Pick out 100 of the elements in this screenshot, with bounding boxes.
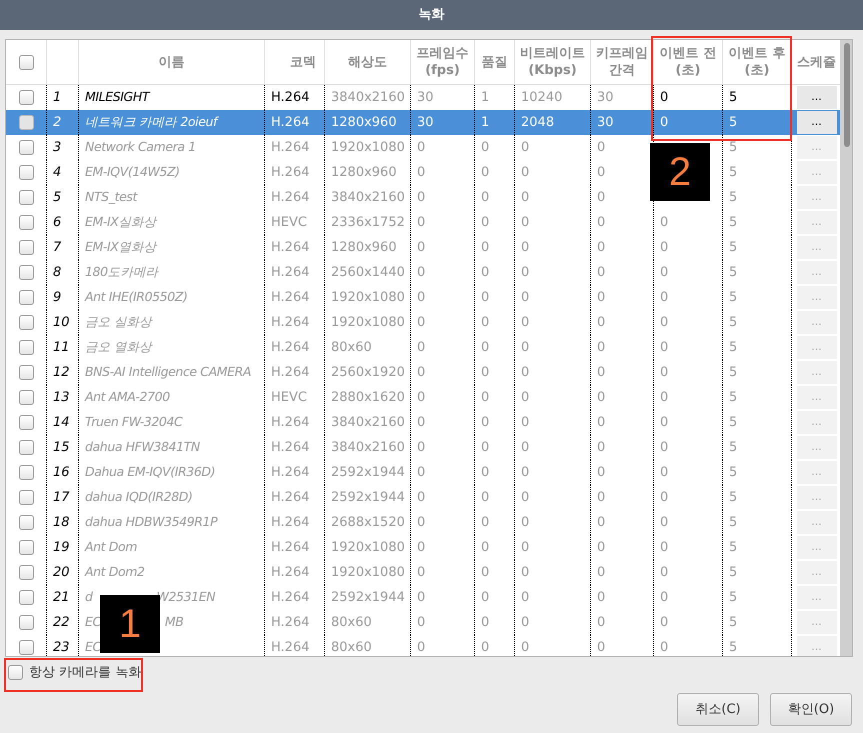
table-cell-text: 0 [417, 488, 426, 507]
table-row[interactable]: 10 금오 실화상 H.264 1920x1080 0 0 0 0 0 5 ... [6, 310, 841, 335]
column-header[interactable]: 해상도 [348, 54, 387, 70]
schedule-button[interactable]: ... [796, 236, 836, 259]
schedule-button[interactable]: ... [796, 586, 836, 609]
checkbox[interactable] [18, 415, 34, 430]
checkbox[interactable] [18, 540, 34, 555]
table-row[interactable]: 14 Truen FW-3204C H.264 3840x2160 0 0 0 0 0 5 ... [6, 410, 841, 435]
table-row[interactable]: 6 EM-IX실화상 HEVC 2336x1752 0 0 0 0 0 5 ... [6, 210, 841, 235]
schedule-button[interactable]: ... [796, 311, 836, 334]
table-row[interactable]: 8 180도카메라 H.264 2560x1440 0 0 0 0 0 5 ... [6, 260, 841, 285]
table-cell-text: 2 [53, 114, 62, 132]
checkbox[interactable] [18, 365, 34, 380]
table-cell-text: 0 [660, 614, 668, 632]
table-cell-text: 80x60 [331, 338, 372, 357]
column-header[interactable]: 프레임수 (fps) [416, 45, 468, 79]
checkbox[interactable] [18, 615, 34, 630]
table-row[interactable]: 17 dahua IQD(IR28D) H.264 2592x1944 0 0 0 0 0 5 ... [6, 485, 841, 510]
table-cell-text: 180도카메라 [85, 263, 158, 282]
table-cell-text: 30 [597, 88, 614, 107]
table-cell-text: 1280x960 [331, 238, 397, 257]
checkbox[interactable] [18, 290, 34, 305]
checkbox[interactable] [18, 515, 34, 530]
table-cell-text: 0 [417, 138, 426, 157]
schedule-button[interactable]: ... [796, 511, 836, 534]
schedule-button[interactable]: ... [796, 261, 836, 284]
checkbox[interactable] [18, 140, 34, 155]
schedule-button[interactable]: ... [796, 186, 836, 209]
column-header[interactable]: 키프레임 간격 [596, 45, 648, 79]
checkbox[interactable] [18, 315, 34, 330]
schedule-button[interactable]: ... [796, 211, 836, 234]
table-row[interactable]: 15 dahua HFW3841TN H.264 3840x2160 0 0 0 0 0 5 ... [6, 435, 841, 460]
table-row[interactable]: 20 Ant Dom2 H.264 1920x1080 0 0 0 0 0 5 ... [6, 560, 841, 585]
checkbox[interactable] [18, 54, 34, 70]
table-cell-text: 0 [481, 564, 490, 582]
table-cell-text: 5 [729, 514, 738, 532]
checkbox[interactable] [18, 190, 34, 205]
column-header[interactable]: 비트레이트 (Kbps) [520, 45, 585, 79]
column-header[interactable]: 이벤트 후 (초) [728, 45, 786, 79]
table-row[interactable]: 11 금오 열화상 H.264 80x60 0 0 0 0 0 5 ... [6, 335, 841, 360]
selected-row[interactable]: 2 네트워크 카메라 2oieuf H.264 1280x960 30 1 2048 30 0 5 ... [6, 110, 841, 135]
checkbox[interactable] [18, 265, 34, 280]
checkbox[interactable] [18, 565, 34, 580]
table-cell-text: 0 [481, 414, 490, 432]
table-cell-text: MILESIGHT [85, 88, 150, 106]
table-cell-text: 5 [729, 114, 738, 132]
checkbox[interactable] [18, 590, 34, 605]
checkbox[interactable] [18, 490, 34, 505]
checkbox[interactable] [8, 665, 23, 680]
table-cell-text: 5 [729, 314, 738, 332]
schedule-button[interactable]: ... [796, 361, 836, 384]
table-row[interactable]: 18 dahua HDBW3549R1P H.264 2688x1520 0 0 0 0 0 5 ... [6, 510, 841, 535]
column-header[interactable]: 품질 [482, 54, 508, 70]
column-header[interactable]: 코덱 [290, 54, 316, 70]
checkbox[interactable] [18, 115, 34, 130]
table-cell-text: 5 [729, 214, 738, 232]
checkbox[interactable] [18, 640, 34, 655]
schedule-button[interactable]: ... [796, 86, 836, 109]
checkbox[interactable] [18, 165, 34, 180]
schedule-button[interactable]: ... [796, 136, 836, 159]
checkbox[interactable] [18, 465, 34, 480]
schedule-button[interactable]: ... [796, 386, 836, 409]
checkbox[interactable] [18, 215, 34, 230]
scrollbar[interactable] [840, 40, 852, 656]
column-header[interactable]: 이벤트 전 (초) [660, 45, 716, 79]
dialog-button[interactable]: 취소(C) [677, 693, 759, 726]
table-cell-text: 3840x2160 [331, 414, 405, 432]
table-row[interactable]: 16 Dahua EM-IQV(IR36D) H.264 2592x1944 0 0 0 0 0 5 ... [6, 460, 841, 485]
table-cell-text: 0 [417, 614, 426, 632]
table-cell-text: 0 [660, 114, 668, 132]
checkbox[interactable] [18, 440, 34, 455]
schedule-button[interactable]: ... [796, 611, 836, 634]
table-row[interactable]: 12 BNS-AI Intelligence CAMERA H.264 2560x1920 0 0 0 0 0 5 ... [6, 360, 841, 385]
checkbox[interactable] [18, 90, 34, 105]
table-cell-text: 0 [521, 464, 530, 482]
table-row[interactable]: 19 Ant Dom H.264 1920x1080 0 0 0 0 0 5 ... [6, 535, 841, 560]
schedule-button[interactable]: ... [796, 536, 836, 559]
schedule-button[interactable]: ... [796, 286, 836, 309]
table-cell-text: 10240 [521, 88, 562, 107]
checkbox[interactable] [18, 390, 34, 405]
schedule-button[interactable]: ... [796, 436, 836, 459]
schedule-button[interactable]: ... [796, 336, 836, 359]
schedule-button[interactable]: ... [796, 461, 836, 484]
column-header[interactable]: 스케쥴 [797, 54, 836, 70]
schedule-button[interactable]: ... [796, 636, 836, 656]
schedule-button[interactable]: ... [796, 561, 836, 584]
schedule-button[interactable]: ... [796, 161, 836, 184]
table-cell-text: 0 [417, 564, 426, 582]
table-row[interactable]: 13 Ant AMA-2700 HEVC 2880x1620 0 0 0 0 0 5 ... [6, 385, 841, 410]
dialog-button[interactable]: 확인(O) [770, 693, 852, 726]
table-row[interactable]: 9 Ant IHE(IR0550Z) H.264 1920x1080 0 0 0 0 0 5 ... [6, 285, 841, 310]
table-row[interactable]: 7 EM-IX열화상 H.264 1280x960 0 0 0 0 0 5 ... [6, 235, 841, 260]
column-header[interactable]: 이름 [158, 54, 184, 70]
schedule-button[interactable]: ... [796, 486, 836, 509]
table-cell-text: 0 [597, 588, 606, 607]
schedule-button[interactable]: ... [796, 411, 836, 434]
checkbox[interactable] [18, 240, 34, 255]
schedule-button[interactable]: ... [796, 111, 836, 134]
checkbox[interactable] [18, 340, 34, 355]
table-cell-text: 22 [53, 614, 70, 632]
